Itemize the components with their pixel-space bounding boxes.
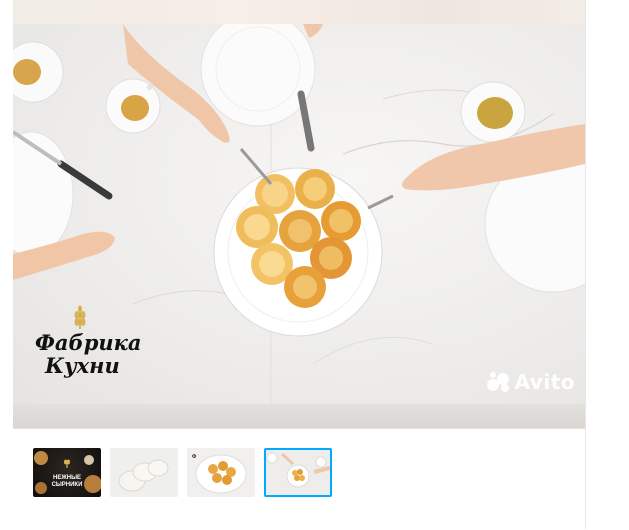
brand-logo-line2: Кухни [45, 353, 120, 378]
thumbnail-1-caption-line1: НЕЖНЫЕ [53, 475, 81, 481]
avito-logo-icon [486, 372, 509, 392]
thumbnail-2[interactable] [110, 448, 178, 497]
thumbnail-1-caption: НЕЖНЫЕ СЫРНИКИ [33, 475, 101, 489]
svg-text:Ф: Ф [192, 454, 197, 460]
thumbnail-4-image [266, 452, 330, 488]
wheat-icon [74, 305, 86, 329]
gallery-bottom-blur [13, 404, 585, 428]
thumbnail-1-image [34, 451, 101, 494]
gallery-right-divider [585, 0, 586, 529]
gallery-top-blur [13, 0, 585, 24]
thumbnail-strip: НЕЖНЫЕ СЫРНИКИ Ф [13, 428, 585, 530]
thumbnail-3-image: Ф [192, 454, 247, 494]
thumbnail-1[interactable]: НЕЖНЫЕ СЫРНИКИ [33, 448, 101, 497]
thumbnail-1-caption-line2: СЫРНИКИ [51, 482, 83, 488]
thumbnail-4[interactable] [264, 448, 332, 497]
image-gallery: Фабрика Кухни Avito НЕЖНЫЕ СЫРНИКИ Ф [13, 0, 586, 530]
avito-watermark: Avito [486, 370, 575, 394]
thumbnail-2-image [118, 459, 169, 492]
main-photo[interactable]: Фабрика Кухни Avito [13, 24, 585, 404]
avito-watermark-text: Avito [514, 370, 575, 394]
brand-logo-line1: Фабрика [35, 330, 142, 355]
thumbnail-3[interactable]: Ф [187, 448, 255, 497]
